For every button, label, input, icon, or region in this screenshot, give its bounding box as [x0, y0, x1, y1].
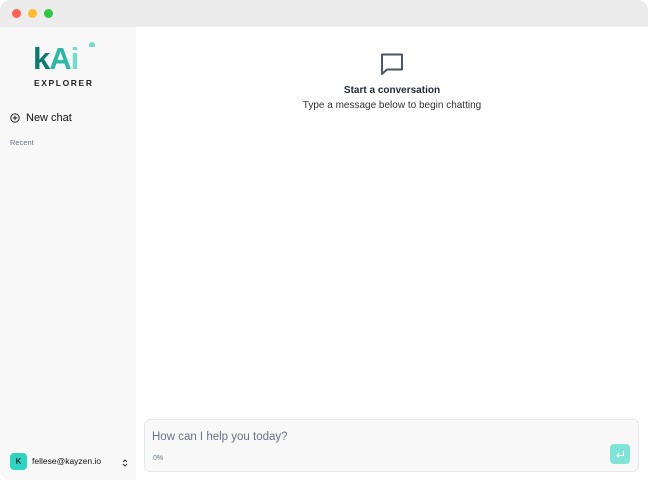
chat-main-area: Start a conversation Type a message belo…	[136, 27, 648, 480]
empty-state: Start a conversation Type a message belo…	[136, 51, 648, 111]
logo-dot	[89, 42, 95, 47]
recent-section-label: Recent	[10, 138, 34, 147]
new-chat-label: New chat	[26, 112, 72, 124]
logo-wordmark: kAi	[33, 41, 79, 76]
empty-state-subtitle: Type a message below to begin chatting	[302, 100, 482, 111]
empty-state-title: Start a conversation	[343, 85, 441, 96]
chevron-up-down-icon	[122, 455, 128, 473]
sidebar: kAi EXPLORER New chat Recent K fellese@k…	[0, 27, 136, 480]
plus-circle-icon	[10, 113, 20, 123]
user-email: fellese@kayzen.io	[32, 456, 102, 466]
new-chat-button[interactable]: New chat	[10, 110, 72, 126]
chat-bubble-icon	[379, 51, 405, 82]
enter-icon	[615, 447, 625, 462]
app-window: kAi EXPLORER New chat Recent K fellese@k…	[0, 0, 648, 480]
message-input[interactable]	[152, 429, 592, 445]
context-usage-indicator: 0%	[153, 455, 164, 462]
kai-explorer-logo: kAi EXPLORER	[33, 41, 99, 89]
title-bar	[0, 0, 648, 27]
send-button[interactable]	[610, 444, 630, 464]
minimize-window-button[interactable]	[28, 9, 37, 18]
user-account-menu[interactable]: K fellese@kayzen.io	[10, 452, 128, 470]
message-composer: 0%	[144, 419, 639, 472]
avatar: K	[10, 452, 27, 470]
logo-tagline: EXPLORER	[34, 78, 94, 88]
maximize-window-button[interactable]	[44, 9, 53, 18]
close-window-button[interactable]	[12, 9, 21, 18]
